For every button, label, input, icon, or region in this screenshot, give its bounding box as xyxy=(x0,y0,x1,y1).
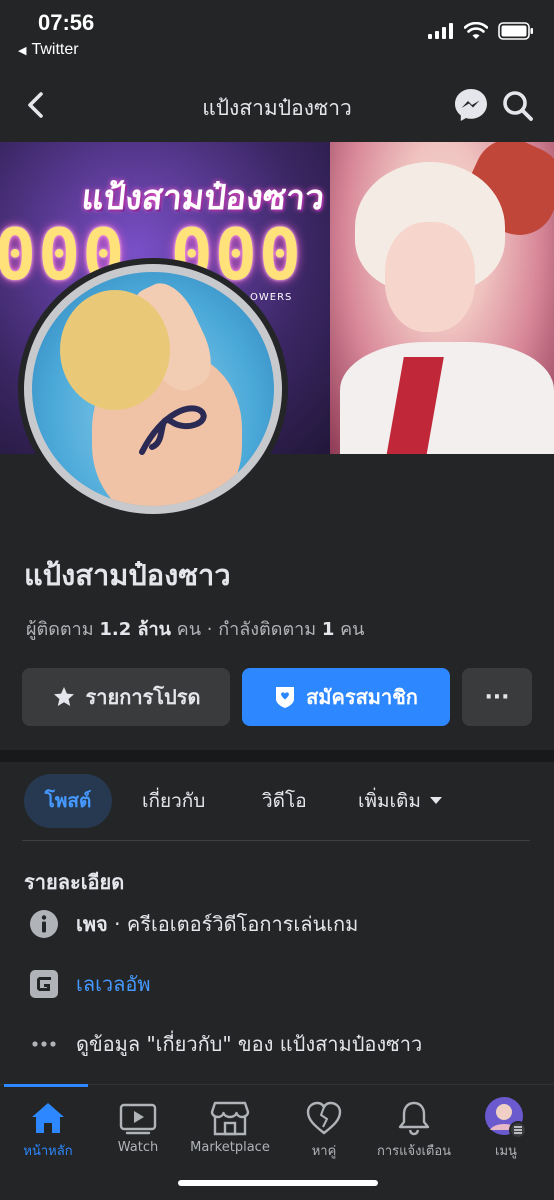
menu-avatar-icon xyxy=(485,1097,527,1139)
stats-separator: · xyxy=(206,619,213,640)
tabbar-home-label: หน้าหลัก xyxy=(23,1144,73,1159)
tabbar-watch-label: Watch xyxy=(117,1140,159,1155)
tabbar-notifications[interactable]: การแจ้งเตือน xyxy=(366,1096,462,1161)
home-icon xyxy=(32,1103,64,1133)
home-indicator xyxy=(178,1180,378,1186)
marketplace-icon xyxy=(210,1101,250,1136)
category-text: เพจ · ครีเอเตอร์วิดีโอการเล่นเกม xyxy=(76,908,358,940)
subscribe-button[interactable]: สมัครสมาชิก xyxy=(242,668,450,726)
back-arrow-icon[interactable] xyxy=(20,88,52,122)
star-icon xyxy=(53,687,74,706)
tab-posts[interactable]: โพสต์ xyxy=(24,774,112,828)
favorites-label: รายการโปรด xyxy=(85,685,201,709)
follower-stats[interactable]: ผู้ติดตาม 1.2 ล้าน คน · กำลังติดตาม 1 คน xyxy=(26,614,364,643)
tabbar-home[interactable]: หน้าหลัก xyxy=(0,1096,96,1161)
badge-icon xyxy=(276,687,295,708)
detail-category: เพจ · ครีเอเตอร์วิดีโอการเล่นเกม xyxy=(28,908,358,940)
info-icon xyxy=(28,908,60,940)
followers-count: 1.2 ล้าน xyxy=(99,619,171,640)
tab-videos[interactable]: วิดีโอ xyxy=(262,774,307,828)
cover-followers-text: OWERS xyxy=(250,292,293,303)
detail-link[interactable]: เลเวลอัพ xyxy=(28,968,151,1000)
gaming-g-icon xyxy=(28,968,60,1000)
bell-icon xyxy=(398,1101,430,1136)
watch-icon xyxy=(119,1103,157,1135)
ellipsis-icon xyxy=(28,1028,60,1060)
tabbar-dating[interactable]: หาคู่ xyxy=(276,1096,372,1161)
tabbar-marketplace-label: Marketplace xyxy=(190,1140,270,1155)
details-heading: รายละเอียด xyxy=(24,870,125,894)
status-time: 07:56 xyxy=(38,10,95,35)
back-triangle-icon: ◀ xyxy=(18,45,27,57)
tab-about[interactable]: เกี่ยวกับ xyxy=(142,774,205,828)
tab-more[interactable]: เพิ่มเติม xyxy=(358,774,443,828)
tabs-divider xyxy=(22,840,530,841)
caret-down-icon xyxy=(429,797,442,804)
tabbar-marketplace[interactable]: Marketplace xyxy=(182,1096,278,1155)
link-text[interactable]: เลเวลอัพ xyxy=(76,968,151,1000)
cover-face xyxy=(385,222,475,332)
following-label: กำลังติดตาม xyxy=(218,619,317,640)
search-icon[interactable] xyxy=(500,88,536,124)
detail-see-about[interactable]: ดูข้อมูล "เกี่ยวกับ" ของ แป้งสามป๋องซาว xyxy=(28,1028,422,1060)
battery-icon xyxy=(498,22,533,40)
messenger-icon[interactable] xyxy=(452,86,490,124)
heart-icon xyxy=(306,1101,342,1135)
page-name: แป้งสามป๋องซาว xyxy=(24,558,231,592)
more-dots-icon: ··· xyxy=(484,684,510,710)
profile-avatar[interactable] xyxy=(32,272,274,506)
tab-more-label: เพิ่มเติม xyxy=(358,790,421,812)
tabbar-menu[interactable]: เมนู xyxy=(458,1096,554,1161)
nav-title: แป้งสามป๋องซาว xyxy=(202,96,352,120)
category-value: · ครีเอเตอร์วิดีโอการเล่นเกม xyxy=(107,912,359,936)
back-app-label: Twitter xyxy=(31,41,79,58)
tabbar-menu-label: เมนู xyxy=(495,1144,517,1159)
signal-icon xyxy=(428,23,453,39)
subscribe-label: สมัครสมาชิก xyxy=(306,685,418,709)
tabbar-notifications-label: การแจ้งเตือน xyxy=(376,1144,452,1159)
following-unit: คน xyxy=(340,619,365,640)
following-count: 1 xyxy=(321,619,335,640)
followers-label: ผู้ติดตาม xyxy=(26,619,94,640)
active-tab-indicator xyxy=(4,1084,88,1087)
followers-unit: คน xyxy=(176,619,202,640)
cover-robe xyxy=(340,342,554,454)
back-to-app-link[interactable]: ◀ Twitter xyxy=(18,41,79,59)
section-divider xyxy=(0,750,554,762)
avatar-tattoo xyxy=(139,405,207,455)
see-about-text: ดูข้อมูล "เกี่ยวกับ" ของ แป้งสามป๋องซาว xyxy=(76,1032,423,1056)
status-bar: 07:56 ◀ Twitter xyxy=(0,0,554,70)
favorites-button[interactable]: รายการโปรด xyxy=(22,668,230,726)
wifi-icon xyxy=(464,22,488,39)
nav-bar: แป้งสามป๋องซาว xyxy=(0,70,554,142)
tabbar-watch[interactable]: Watch xyxy=(90,1096,186,1155)
more-options-button[interactable]: ··· xyxy=(462,668,532,726)
category-prefix: เพจ xyxy=(76,912,108,936)
tabbar-dating-label: หาคู่ xyxy=(311,1144,337,1159)
system-icons xyxy=(428,22,534,40)
